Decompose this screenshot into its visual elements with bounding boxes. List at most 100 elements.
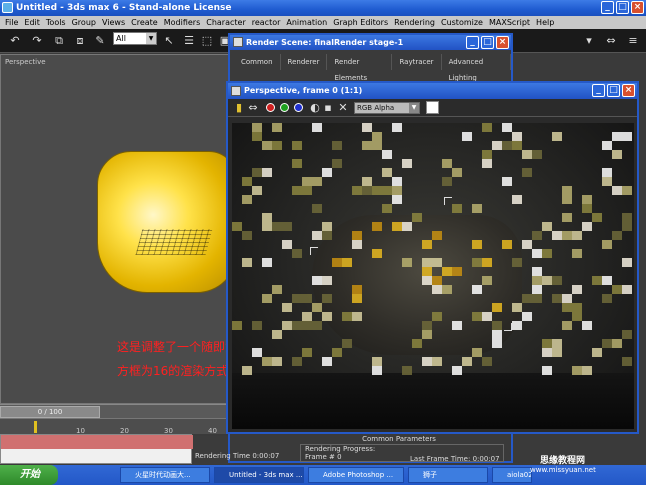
selection-filter-dropdown[interactable]: All ▼ <box>113 32 157 45</box>
render-bucket <box>302 321 312 330</box>
channel-display-dropdown[interactable]: RGB Alpha ▼ <box>354 102 420 114</box>
render-bucket <box>572 366 582 375</box>
watermark-title: 思缘教程网 <box>540 456 586 466</box>
redo-icon[interactable]: ↷ <box>30 34 44 48</box>
menu-item[interactable]: Animation <box>283 16 330 29</box>
render-bucket <box>552 339 562 348</box>
blue-channel-toggle[interactable] <box>294 103 303 112</box>
menu-item[interactable]: Help <box>533 16 557 29</box>
render-bucket <box>512 321 522 330</box>
bind-space-warp-icon[interactable]: ✎ <box>93 34 107 48</box>
render-bucket <box>322 357 332 366</box>
red-channel-toggle[interactable] <box>266 103 275 112</box>
render-bucket <box>302 177 312 186</box>
clear-icon[interactable]: ✕ <box>336 101 350 115</box>
fw-close-button[interactable]: × <box>622 84 635 97</box>
render-bucket <box>522 294 532 303</box>
mirror-icon[interactable]: ⇔ <box>604 34 618 48</box>
render-bucket <box>242 195 252 204</box>
menu-item[interactable]: Graph Editors <box>330 16 391 29</box>
render-bucket <box>592 213 602 222</box>
max-window-title: Untitled - 3ds max 6 - Stand-alone Licen… <box>16 3 232 13</box>
save-bitmap-icon[interactable]: ▮ <box>232 101 246 115</box>
undo-icon[interactable]: ↶ <box>8 34 22 48</box>
close-button[interactable]: × <box>631 1 644 14</box>
menu-item[interactable]: Character <box>203 16 249 29</box>
rs-minimize-button[interactable]: _ <box>466 36 479 49</box>
menu-item[interactable]: Rendering <box>391 16 438 29</box>
start-button[interactable]: 开始 <box>0 465 58 485</box>
render-bucket <box>262 357 272 366</box>
maxscript-input[interactable] <box>1 435 193 449</box>
menu-item[interactable]: Modifiers <box>161 16 204 29</box>
taskbar-item[interactable]: Untitled - 3ds max ... <box>214 467 304 483</box>
rs-maximize-button[interactable]: □ <box>481 36 494 49</box>
maxscript-listener[interactable] <box>0 434 193 464</box>
fw-maximize-button[interactable]: □ <box>607 84 620 97</box>
alpha-channel-icon[interactable]: ◐ <box>308 101 322 115</box>
menu-item[interactable]: MAXScript <box>486 16 533 29</box>
render-bucket <box>242 366 252 375</box>
render-bucket <box>482 123 492 132</box>
selection-filter-value: All <box>116 34 126 43</box>
tab-renderer[interactable]: Renderer <box>281 54 328 70</box>
named-selection-icon[interactable]: ▾ <box>582 34 596 48</box>
render-bucket <box>352 312 362 321</box>
align-icon[interactable]: ≡ <box>626 34 640 48</box>
clone-window-icon[interactable]: ⇔ <box>246 101 260 115</box>
render-bucket <box>522 240 532 249</box>
taskbar-item[interactable]: aiola02.jpg <box>492 467 532 483</box>
render-bucket <box>512 195 522 204</box>
menu-item[interactable]: Customize <box>438 16 486 29</box>
menu-item[interactable]: File <box>2 16 21 29</box>
green-channel-toggle[interactable] <box>280 103 289 112</box>
frame-window-title-bar: Perspective, frame 0 (1:1) _ □ × <box>228 83 637 99</box>
time-slider[interactable]: 0 / 100 <box>0 404 232 418</box>
render-bucket <box>362 177 372 186</box>
tab-advanced-lighting[interactable]: Advanced Lighting <box>442 54 511 82</box>
menu-item[interactable]: Group <box>69 16 99 29</box>
render-bucket <box>452 267 462 276</box>
render-bucket <box>442 267 452 276</box>
link-icon[interactable]: ⧉ <box>52 34 66 48</box>
taskbar-item[interactable]: 火星时代动画大... <box>120 467 210 483</box>
time-slider-knob[interactable]: 0 / 100 <box>0 406 100 418</box>
render-bucket <box>322 294 332 303</box>
last-frame-label: Last Frame Time: <box>410 455 471 463</box>
rs-close-button[interactable]: × <box>496 36 509 49</box>
taskbar-item[interactable]: 狮子 <box>408 467 488 483</box>
fw-minimize-button[interactable]: _ <box>592 84 605 97</box>
render-bucket <box>492 141 502 150</box>
menu-item[interactable]: Create <box>128 16 161 29</box>
render-bucket <box>282 222 292 231</box>
monochrome-icon[interactable]: ▪ <box>321 101 335 115</box>
menu-item[interactable]: Views <box>99 16 128 29</box>
render-bucket <box>482 276 492 285</box>
tab-common[interactable]: Common <box>234 54 281 70</box>
yellow-model[interactable] <box>97 151 237 293</box>
menu-item[interactable]: Tools <box>43 16 69 29</box>
region-select-icon[interactable]: ⬚ <box>200 34 214 48</box>
render-bucket <box>482 312 492 321</box>
render-bucket <box>282 303 292 312</box>
maximize-button[interactable]: □ <box>616 1 629 14</box>
render-scene-title-bar: Render Scene: finalRender stage-1 _ □ × <box>230 35 511 50</box>
render-bucket <box>302 312 312 321</box>
menu-item[interactable]: reactor <box>249 16 284 29</box>
track-bar[interactable]: 10 20 30 40 <box>0 418 232 435</box>
render-bucket <box>322 168 332 177</box>
select-by-name-icon[interactable]: ☰ <box>182 34 196 48</box>
render-bucket <box>552 348 562 357</box>
render-bucket <box>272 141 282 150</box>
minimize-button[interactable]: _ <box>601 1 614 14</box>
menu-item[interactable]: Edit <box>21 16 43 29</box>
unlink-icon[interactable]: ⧈ <box>73 34 87 48</box>
select-object-icon[interactable]: ↖ <box>162 34 176 48</box>
taskbar-item[interactable]: Adobe Photoshop ... <box>308 467 404 483</box>
frame-window-title: Perspective, frame 0 (1:1) <box>244 86 363 95</box>
common-parameters-rollout[interactable]: Common Parameters <box>294 435 504 443</box>
render-bucket <box>512 258 522 267</box>
tab-render-elements[interactable]: Render Elements <box>327 54 393 82</box>
render-bucket <box>272 222 282 231</box>
tab-raytracer[interactable]: Raytracer <box>392 54 442 70</box>
